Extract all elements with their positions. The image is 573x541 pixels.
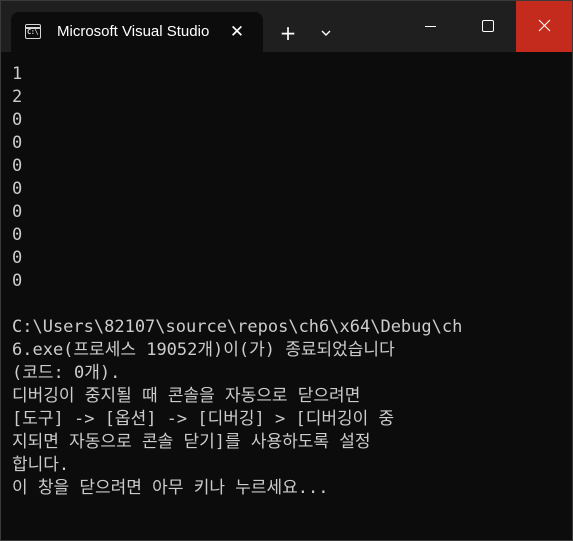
- maximize-icon: [482, 20, 494, 32]
- console-line: 이 창을 닫으려면 아무 키나 누르세요...: [12, 478, 329, 498]
- tab-console[interactable]: C:\ Microsoft Visual Studio ✕: [11, 12, 263, 52]
- close-icon: ✕: [229, 22, 245, 42]
- terminal-icon: C:\: [25, 24, 41, 39]
- console-line: 6.exe(프로세스 19052개)이(가) 종료되었습니다: [12, 340, 395, 360]
- console-line: (코드: 0개).: [12, 363, 121, 383]
- tab-dropdown-button[interactable]: [313, 20, 339, 46]
- console-line: 0: [12, 110, 23, 130]
- console-line: 0: [12, 202, 23, 222]
- console-output[interactable]: 1 2 0 0 0 0 0 0 0 0 C:\Users\82107\source\repos\c…: [12, 63, 564, 533]
- console-line: 0: [12, 248, 23, 268]
- console-line: 2: [12, 87, 23, 107]
- tab-close-button[interactable]: ✕: [225, 20, 249, 44]
- console-line: 디버깅이 중지될 때 콘솔을 자동으로 닫으려면: [12, 386, 361, 406]
- console-line: 0: [12, 271, 23, 291]
- console-line: [도구] -> [옵션] -> [디버깅] > [디버깅이 중: [12, 409, 395, 429]
- maximize-button[interactable]: [459, 1, 516, 52]
- plus-icon: +: [279, 21, 297, 45]
- minimize-icon: [425, 26, 436, 27]
- console-line: 0: [12, 179, 23, 199]
- console-line: 0: [12, 133, 23, 153]
- terminal-icon-label: C:\: [27, 28, 39, 36]
- console-line: 0: [12, 156, 23, 176]
- console-line: C:\Users\82107\source\repos\ch6\x64\Debu…: [12, 317, 463, 337]
- console-line: 1: [12, 64, 23, 84]
- minimize-button[interactable]: [402, 1, 459, 52]
- console-line: 0: [12, 225, 23, 245]
- console-line: 지되면 자동으로 콘솔 닫기]를 사용하도록 설정: [12, 432, 371, 452]
- new-tab-button[interactable]: +: [275, 20, 301, 46]
- chevron-down-icon: [321, 30, 331, 36]
- title-bar: C:\ Microsoft Visual Studio ✕ +: [1, 1, 572, 52]
- tab-title: Microsoft Visual Studio: [57, 23, 210, 40]
- close-window-button[interactable]: [516, 1, 572, 52]
- close-icon: [538, 19, 551, 32]
- console-line: 합니다.: [12, 455, 70, 475]
- console-window: C:\ Microsoft Visual Studio ✕ + 1 2 0 0 …: [0, 0, 573, 541]
